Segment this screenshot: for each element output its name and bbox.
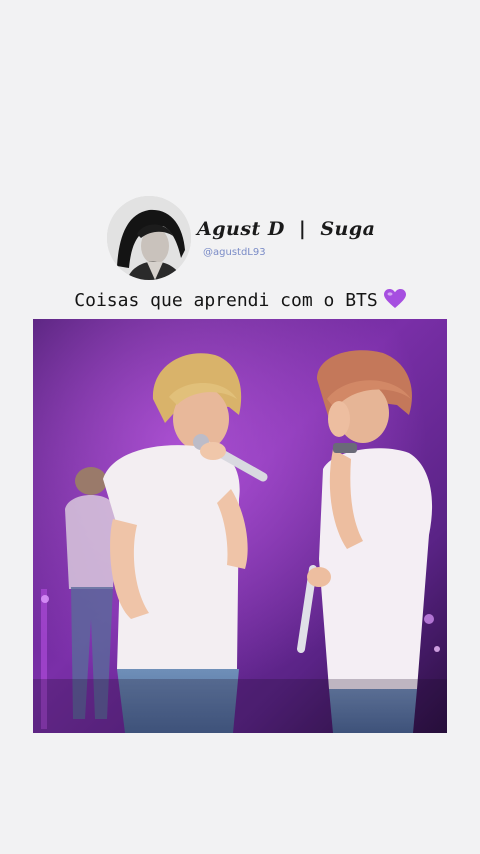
- alias-name: Suga: [320, 218, 376, 240]
- profile-handle: @agustdL93: [203, 247, 266, 258]
- name-separator: |: [298, 218, 307, 240]
- avatar: [107, 196, 191, 280]
- concert-photo: [33, 319, 447, 733]
- purple-heart-icon: [383, 289, 406, 314]
- avatar-portrait: [107, 196, 191, 280]
- profile-name: Agust D | Suga: [197, 218, 375, 240]
- concert-photo-illustration: [33, 319, 447, 733]
- caption-text: Coisas que aprendi com o BTS: [74, 290, 378, 311]
- display-name: Agust D: [197, 218, 285, 240]
- profile-header: Agust D | Suga @agustdL93: [107, 196, 375, 280]
- post-caption: Coisas que aprendi com o BTS: [0, 289, 480, 314]
